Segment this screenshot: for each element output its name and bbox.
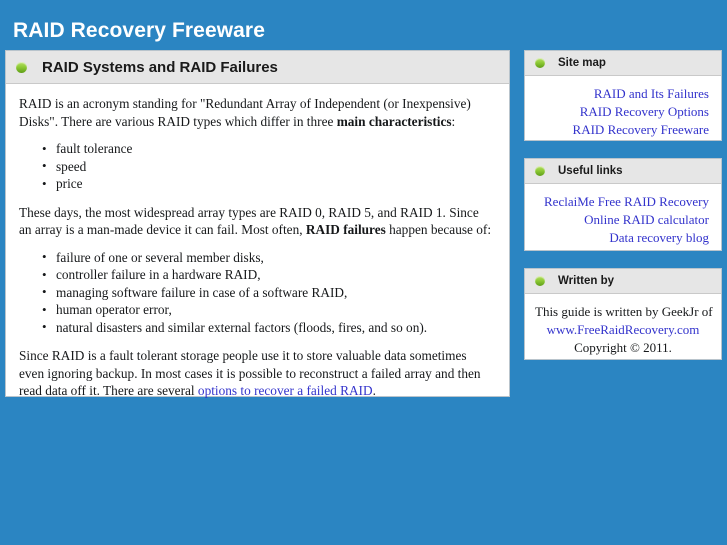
useful-link-data-recovery-blog[interactable]: Data recovery blog	[535, 229, 709, 247]
written-by-panel-header: Written by	[525, 269, 721, 294]
paragraph-intro-bold: main characteristics	[336, 113, 452, 129]
paragraph-recovery-text2: .	[372, 383, 376, 398]
written-by-content: This guide is written by GeekJr of www.F…	[525, 294, 721, 365]
paragraph-failures: These days, the most widespread array ty…	[19, 204, 494, 239]
failure-causes-list: failure of one or several member disks, …	[19, 248, 494, 337]
sidebar-panel-useful-links: Useful links ReclaiMe Free RAID Recovery…	[524, 158, 722, 251]
written-by-panel-title: Written by	[558, 275, 615, 287]
paragraph-failures-text2: happen because of:	[385, 222, 492, 237]
list-item: human operator error,	[42, 301, 494, 319]
page-title: RAID Recovery Freeware	[13, 19, 265, 42]
list-item: controller failure in a hardware RAID,	[42, 266, 494, 284]
green-dot-icon	[535, 58, 545, 68]
written-by-copyright: Copyright © 2011.	[574, 340, 672, 355]
list-item: failure of one or several member disks,	[42, 248, 494, 267]
sitemap-panel-title: Site map	[558, 57, 606, 69]
sitemap-panel-header: Site map	[525, 51, 721, 76]
useful-link-reclaime-free-raid-recovery[interactable]: ReclaiMe Free RAID Recovery	[535, 193, 709, 211]
paragraph-intro: RAID is an acronym standing for "Redunda…	[19, 95, 494, 130]
green-dot-icon	[535, 166, 545, 176]
article-body: RAID is an acronym standing for "Redunda…	[6, 84, 509, 420]
written-by-line-author: This guide is written by GeekJr of	[535, 304, 713, 319]
list-item: speed	[42, 157, 494, 176]
main-content-panel: RAID Systems and RAID Failures RAID is a…	[5, 50, 510, 398]
list-item: managing software failure in case of a s…	[42, 283, 494, 302]
useful-link-online-raid-calculator[interactable]: Online RAID calculator	[535, 211, 709, 229]
sitemap-link-raid-recovery-options[interactable]: RAID Recovery Options	[535, 103, 709, 121]
useful-links-panel-header: Useful links	[525, 159, 721, 184]
characteristics-list: fault tolerance speed price	[19, 140, 494, 193]
main-panel-header: RAID Systems and RAID Failures	[6, 51, 509, 84]
useful-links-panel-title: Useful links	[558, 165, 623, 177]
sitemap-link-list: RAID and Its Failures RAID Recovery Opti…	[525, 76, 721, 147]
sidebar-panel-site-map: Site map RAID and Its Failures RAID Reco…	[524, 50, 722, 141]
sitemap-link-raid-and-its-failures[interactable]: RAID and Its Failures	[535, 85, 709, 103]
green-dot-icon	[16, 61, 27, 73]
main-panel-title: RAID Systems and RAID Failures	[42, 58, 278, 76]
written-by-site-link[interactable]: www.FreeRaidRecovery.com	[547, 322, 700, 337]
sidebar-panel-written-by: Written by This guide is written by Geek…	[524, 268, 722, 360]
paragraph-failures-bold: RAID failures	[305, 222, 386, 237]
list-item: fault tolerance	[42, 140, 494, 158]
written-by-site-link-row: www.FreeRaidRecovery.com	[535, 321, 711, 339]
paragraph-intro-text2: :	[451, 113, 456, 129]
useful-links-list: ReclaiMe Free RAID Recovery Online RAID …	[525, 184, 721, 255]
list-item: price	[42, 175, 494, 193]
paragraph-recovery: Since RAID is a fault tolerant storage p…	[19, 347, 494, 400]
list-item: natural disasters and similar external f…	[42, 318, 494, 337]
green-dot-icon	[535, 276, 545, 286]
recover-failed-raid-link[interactable]: options to recover a failed RAID	[198, 383, 373, 398]
sitemap-link-raid-recovery-freeware[interactable]: RAID Recovery Freeware	[535, 121, 709, 139]
